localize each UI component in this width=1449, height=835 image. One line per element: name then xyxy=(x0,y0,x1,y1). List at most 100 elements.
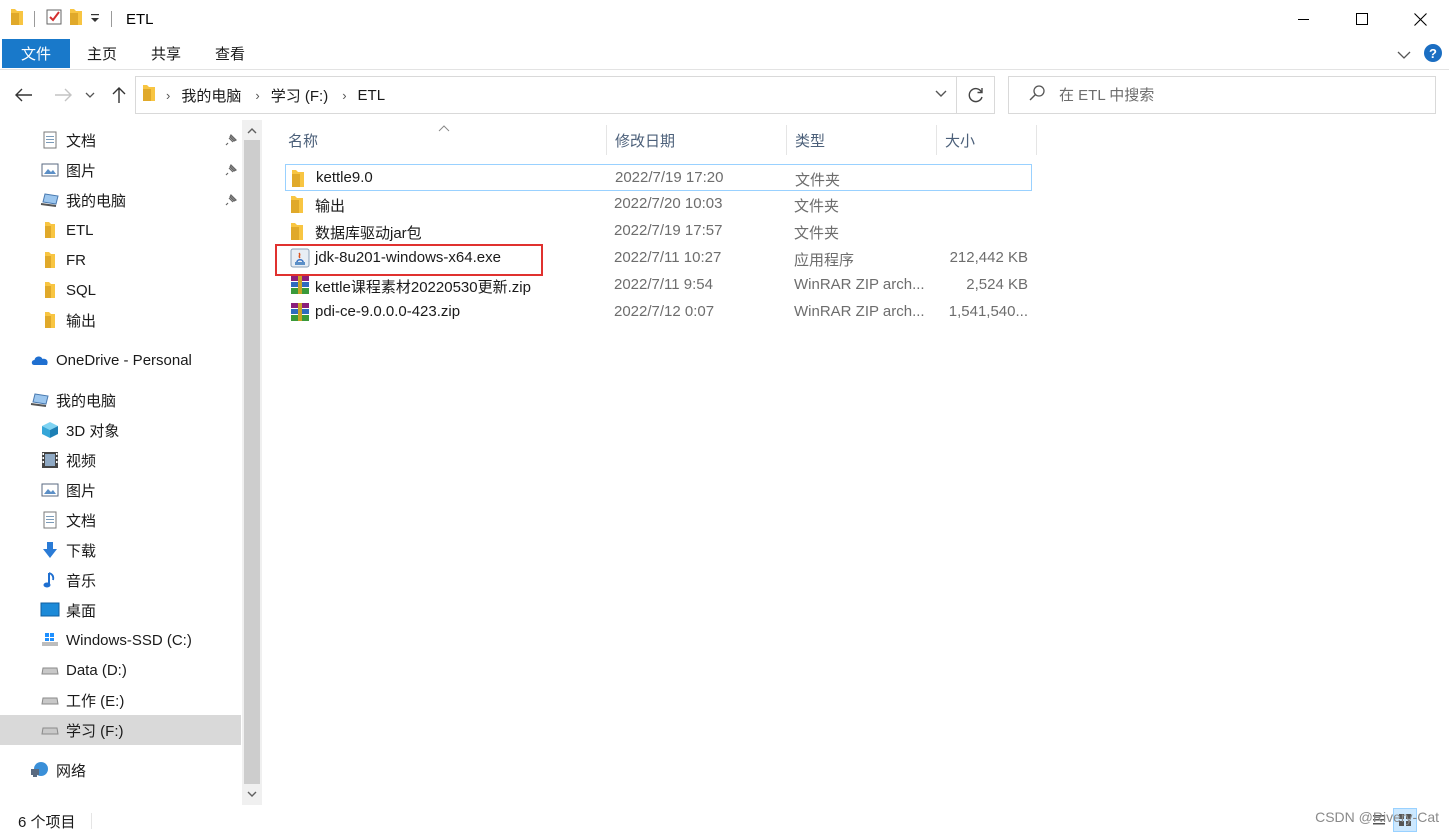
sidebar-item-drive-d[interactable]: Data (D:) xyxy=(0,655,241,685)
toolbar-divider xyxy=(34,11,35,27)
pin-icon[interactable] xyxy=(225,133,238,150)
sidebar-item-drive-f[interactable]: 学习 (F:) xyxy=(0,715,241,745)
sidebar-item-music[interactable]: 音乐 xyxy=(0,565,241,595)
up-button[interactable] xyxy=(107,83,131,107)
sidebar-item-onedrive[interactable]: OneDrive - Personal xyxy=(0,345,241,375)
new-folder-icon[interactable] xyxy=(69,8,83,30)
quick-access-toolbar xyxy=(0,8,116,30)
sidebar-item-documents[interactable]: 文档 xyxy=(0,505,241,535)
tab-view[interactable]: 查看 xyxy=(198,39,262,68)
chevron-right-icon: › xyxy=(166,87,171,103)
sidebar-item-drive-c[interactable]: Windows-SSD (C:) xyxy=(0,625,241,655)
expand-ribbon-icon[interactable] xyxy=(1397,47,1411,64)
address-history-button[interactable] xyxy=(934,87,948,105)
properties-icon[interactable] xyxy=(45,8,63,30)
sidebar-item-label: ETL xyxy=(66,221,94,239)
file-date: 2022/7/19 17:57 xyxy=(614,222,723,239)
pin-icon[interactable] xyxy=(225,163,238,180)
file-date: 2022/7/19 17:20 xyxy=(615,169,724,186)
sidebar-item-output[interactable]: 输出 xyxy=(0,305,241,335)
sidebar-item-label: 桌面 xyxy=(66,602,97,620)
column-header-date[interactable]: 修改日期 xyxy=(607,125,787,155)
network-icon xyxy=(30,761,50,779)
tab-file[interactable]: 文件 xyxy=(2,39,71,68)
sidebar-item-this-pc-pinned[interactable]: 我的电脑 xyxy=(0,185,241,215)
minimize-icon xyxy=(1298,19,1309,20)
column-header-type[interactable]: 类型 xyxy=(787,125,937,155)
file-size: 2,524 KB xyxy=(966,276,1028,293)
tab-share[interactable]: 共享 xyxy=(134,39,198,68)
picture-icon xyxy=(40,481,60,499)
scroll-down-button[interactable] xyxy=(242,785,262,803)
item-count: 6 个项目 xyxy=(18,814,76,831)
sidebar-item-desktop[interactable]: 桌面 xyxy=(0,595,241,625)
sidebar-item-downloads[interactable]: 下载 xyxy=(0,535,241,565)
file-date: 2022/7/11 10:27 xyxy=(614,249,722,266)
sidebar-item-label: 视频 xyxy=(66,452,97,470)
chevron-up-icon xyxy=(247,128,257,134)
annotation-highlight-box xyxy=(275,244,543,276)
recent-locations-button[interactable] xyxy=(82,83,98,107)
maximize-button[interactable] xyxy=(1333,0,1391,38)
drive-icon xyxy=(40,691,60,709)
3d-objects-icon xyxy=(40,421,60,439)
file-row[interactable]: pdi-ce-9.0.0.0-423.zip 2022/7/12 0:07 Wi… xyxy=(285,299,1032,326)
sidebar-item-label: 我的电脑 xyxy=(56,392,117,410)
folder-icon xyxy=(291,168,311,188)
address-bar[interactable]: › 我的电脑 › 学习 (F:) › ETL xyxy=(135,76,957,114)
sidebar-item-pictures-pinned[interactable]: 图片 xyxy=(0,155,241,185)
column-header-size[interactable]: 大小 xyxy=(937,125,1037,155)
document-icon xyxy=(40,511,60,529)
search-input[interactable] xyxy=(1059,86,1399,104)
status-divider xyxy=(91,813,92,829)
sidebar-item-label: Windows-SSD (C:) xyxy=(66,631,192,649)
toolbar-divider xyxy=(111,11,112,27)
sidebar-item-drive-e[interactable]: 工作 (E:) xyxy=(0,685,241,715)
window-controls xyxy=(1275,0,1449,38)
sidebar-item-videos[interactable]: 视频 xyxy=(0,445,241,475)
file-name: 输出 xyxy=(315,198,346,215)
close-button[interactable] xyxy=(1391,0,1449,38)
breadcrumb-item[interactable]: › ETL xyxy=(342,87,399,104)
sidebar-item-3d-objects[interactable]: 3D 对象 xyxy=(0,415,241,445)
sidebar-item-label: 工作 (E:) xyxy=(66,692,125,710)
folder-icon xyxy=(40,281,60,299)
sidebar-item-pictures[interactable]: 图片 xyxy=(0,475,241,505)
sidebar-item-this-pc[interactable]: 我的电脑 xyxy=(0,385,241,415)
sidebar-item-label: 文档 xyxy=(66,512,97,530)
sidebar-item-fr[interactable]: FR xyxy=(0,245,241,275)
document-icon xyxy=(40,131,60,149)
refresh-button[interactable] xyxy=(957,76,995,114)
folder-icon xyxy=(40,311,60,329)
pin-icon[interactable] xyxy=(225,193,238,210)
file-row[interactable]: kettle课程素材20220530更新.zip 2022/7/11 9:54 … xyxy=(285,272,1032,299)
file-row[interactable]: kettle9.0 2022/7/19 17:20 文件夹 xyxy=(285,164,1032,191)
sidebar-item-network[interactable]: 网络 xyxy=(0,755,241,785)
search-box[interactable] xyxy=(1008,76,1436,114)
sidebar-item-label: FR xyxy=(66,251,86,269)
breadcrumb-item[interactable]: › 学习 (F:) xyxy=(255,85,342,106)
file-date: 2022/7/11 9:54 xyxy=(614,276,713,293)
search-icon xyxy=(1029,85,1045,105)
chevron-down-icon xyxy=(935,90,947,97)
sidebar-item-etl[interactable]: ETL xyxy=(0,215,241,245)
customize-toolbar-icon[interactable] xyxy=(89,10,101,28)
forward-button[interactable] xyxy=(51,83,75,107)
sidebar-scrollbar[interactable] xyxy=(242,120,262,805)
file-row[interactable]: 输出 2022/7/20 10:03 文件夹 xyxy=(285,191,1032,218)
column-header-name[interactable]: 名称 xyxy=(280,125,607,155)
file-row[interactable]: 数据库驱动jar包 2022/7/19 17:57 文件夹 xyxy=(285,218,1032,245)
sidebar-item-label: 3D 对象 xyxy=(66,422,120,440)
sidebar-item-documents-pinned[interactable]: 文档 xyxy=(0,125,241,155)
scroll-up-button[interactable] xyxy=(242,122,262,140)
tab-home[interactable]: 主页 xyxy=(70,39,134,68)
minimize-button[interactable] xyxy=(1275,0,1333,38)
chevron-right-icon: › xyxy=(255,87,260,103)
file-date: 2022/7/20 10:03 xyxy=(614,195,723,212)
sidebar-item-sql[interactable]: SQL xyxy=(0,275,241,305)
breadcrumb-item[interactable]: › 我的电脑 xyxy=(166,85,255,106)
back-button[interactable] xyxy=(12,83,36,107)
scrollbar-thumb[interactable] xyxy=(244,140,260,784)
sidebar-item-label: 文档 xyxy=(66,132,97,150)
help-icon[interactable]: ? xyxy=(1423,43,1443,67)
